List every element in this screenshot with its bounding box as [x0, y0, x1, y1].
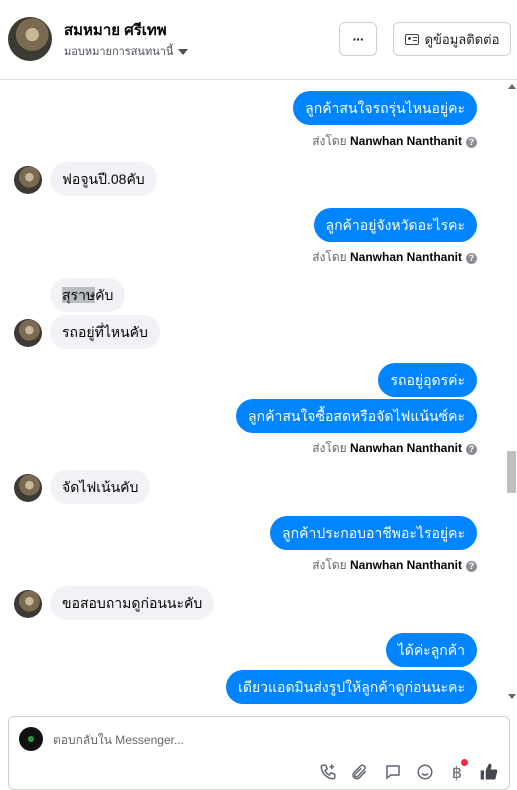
more-options-button[interactable]: ··· [339, 22, 377, 56]
contact-avatar-small [14, 474, 42, 502]
page-avatar [19, 727, 43, 751]
outgoing-message: เดียวแอดมินส่งรูปให้ลูกค้าดูก่อนนะคะ [226, 670, 477, 704]
assign-conversation-dropdown[interactable]: มอบหมายการสนทนานี้ [64, 42, 189, 60]
sent-by-prefix: ส่งโดย [312, 441, 347, 455]
contact-avatar[interactable] [8, 17, 52, 61]
paperclip-icon[interactable] [348, 761, 370, 783]
reply-composer: ฿ [8, 716, 510, 790]
sender-name: Nanwhan Nanthanit [349, 134, 462, 148]
sender-name: Nanwhan Nanthanit [349, 558, 462, 572]
message-thread: ลูกค้าสนใจรถรุ่นไหนอยู่คะ ส่งโดย Nanwhan… [0, 81, 517, 705]
scroll-down-arrow-icon[interactable] [508, 694, 516, 699]
help-icon[interactable]: ? [466, 137, 477, 148]
reply-input[interactable] [53, 733, 353, 747]
outgoing-message: ลูกค้าสนใจรถรุ่นไหนอยู่คะ [293, 91, 477, 125]
notification-dot [461, 759, 468, 766]
contact-avatar-small [14, 166, 42, 194]
view-contact-info-button[interactable]: ดูข้อมูลติดต่อ [393, 22, 511, 56]
phone-plus-icon[interactable] [317, 761, 339, 783]
sent-by-label: ส่งโดย Nanwhan Nanthanit? [312, 248, 477, 267]
sent-by-label: ส่งโดย Nanwhan Nanthanit? [312, 439, 477, 458]
outgoing-message: ลูกค้าอยู่จังหวัดอะไรคะ [313, 208, 477, 242]
scrollbar-thumb[interactable] [507, 451, 516, 493]
outgoing-message: รถอยู่อุดรค่ะ [378, 363, 477, 397]
caret-down-icon [178, 49, 189, 56]
help-icon[interactable]: ? [466, 253, 477, 264]
baht-icon[interactable]: ฿ [446, 759, 468, 783]
chat-bubble-icon[interactable] [382, 761, 404, 783]
sender-name: Nanwhan Nanthanit [349, 250, 462, 264]
scroll-up-arrow-icon[interactable] [508, 84, 516, 89]
thread-scrollbar[interactable] [505, 81, 517, 705]
contact-card-icon [404, 33, 419, 45]
sent-by-prefix: ส่งโดย [312, 558, 347, 572]
thumbs-up-icon[interactable] [478, 761, 500, 783]
contact-name[interactable]: สมหมาย ศรีเทพ [64, 18, 167, 42]
baht-symbol: ฿ [451, 762, 463, 782]
contact-avatar-small [14, 590, 42, 618]
view-contact-info-label: ดูข้อมูลติดต่อ [424, 31, 500, 47]
incoming-message: จัดไฟเน้นคับ [50, 470, 151, 504]
incoming-message: ฟอจูนปี.08คับ [50, 162, 157, 196]
sent-by-label: ส่งโดย Nanwhan Nanthanit? [312, 556, 477, 575]
sent-by-prefix: ส่งโดย [312, 250, 347, 264]
outgoing-message: ลูกค้าประกอบอาชีพอะไรอยู่คะ [270, 516, 477, 550]
sent-by-prefix: ส่งโดย [312, 134, 347, 148]
sender-name: Nanwhan Nanthanit [349, 441, 462, 455]
smiley-icon[interactable] [414, 761, 436, 783]
conversation-header: สมหมาย ศรีเทพ มอบหมายการสนทนานี้ ··· ดูข… [0, 0, 517, 80]
outgoing-message: ได้ค่ะลูกค้า [385, 633, 477, 667]
help-icon[interactable]: ? [466, 444, 477, 455]
incoming-message: ขอสอบถามดูก่อนนะคับ [50, 586, 215, 620]
incoming-message: รถอยู่ที่ไหนคับ [50, 315, 160, 349]
message-text: คับ [95, 287, 114, 303]
contact-avatar-small [14, 319, 42, 347]
outgoing-message: ลูกค้าสนใจซื้อสดหรือจัดไฟแน้นซ์คะ [236, 399, 477, 433]
sent-by-label: ส่งโดย Nanwhan Nanthanit? [312, 132, 477, 151]
incoming-message: สุราษคับ [50, 278, 126, 312]
highlighted-text: สุราษ [62, 287, 96, 303]
help-icon[interactable]: ? [466, 561, 477, 572]
assign-conversation-label: มอบหมายการสนทนานี้ [64, 46, 174, 58]
